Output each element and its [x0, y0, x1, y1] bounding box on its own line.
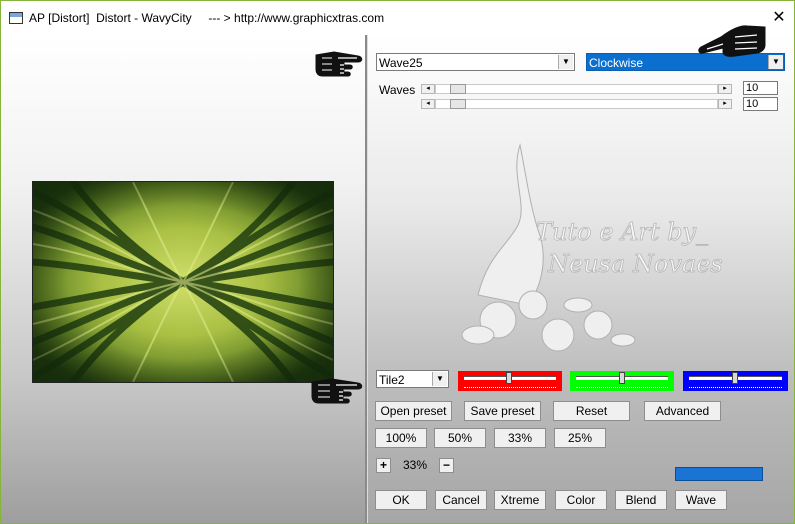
wave-button[interactable]: Wave — [675, 490, 727, 510]
reset-button[interactable]: Reset — [553, 401, 630, 421]
slider2-value-field[interactable]: 10 — [743, 97, 778, 111]
preset-dropdown-value: Wave25 — [379, 56, 423, 70]
preview-pane — [1, 35, 365, 523]
direction-dropdown-value: Clockwise — [589, 56, 644, 70]
color-swatch[interactable] — [675, 467, 763, 481]
slider2-left-arrow[interactable]: ◂ — [421, 99, 435, 109]
advanced-button[interactable]: Advanced — [644, 401, 721, 421]
zoom-25-button[interactable]: 25% — [554, 428, 606, 448]
slider2-track[interactable] — [435, 99, 718, 109]
watermark-graphic: Tuto e Art by_ Neusa Novaes — [461, 143, 723, 352]
red-slider-thumb[interactable] — [506, 372, 512, 384]
app-window-icon — [9, 12, 23, 24]
title-bar: AP [Distort] Distort - WavyCity --- > ht… — [1, 1, 794, 35]
xtreme-button[interactable]: Xtreme — [494, 490, 546, 510]
close-icon: ✕ — [772, 9, 786, 26]
zoom-level-field: 33% — [402, 458, 428, 472]
tile-dropdown-value: Tile2 — [379, 373, 405, 387]
close-button[interactable]: ✕ — [765, 5, 793, 31]
slider1-left-arrow[interactable]: ◂ — [421, 84, 435, 94]
green-slider-ticks — [576, 384, 668, 388]
pointing-hand-icon — [311, 378, 363, 404]
green-slider-thumb[interactable] — [619, 372, 625, 384]
window-title: AP [Distort] Distort - WavyCity --- > ht… — [29, 11, 385, 25]
slider1-right-arrow[interactable]: ▸ — [718, 84, 732, 94]
zoom-50-button[interactable]: 50% — [434, 428, 486, 448]
chevron-down-icon: ▼ — [768, 55, 783, 69]
settings-pane: Tuto e Art by_ Neusa Novaes Wave25 ▼ Clo… — [368, 35, 794, 523]
cancel-button[interactable]: Cancel — [435, 490, 487, 510]
watermark-line1: Tuto e Art by_ — [536, 218, 708, 246]
zoom-in-button[interactable]: + — [376, 458, 391, 473]
blue-slider-thumb[interactable] — [732, 372, 738, 384]
ok-button[interactable]: OK — [375, 490, 427, 510]
blue-slider-ticks — [689, 384, 782, 388]
waves-label: Waves — [379, 83, 416, 97]
wavy-preview-graphic — [33, 182, 333, 382]
pointing-hand-icon — [698, 25, 766, 57]
green-slider[interactable] — [570, 371, 674, 391]
tile-dropdown[interactable]: Tile2 ▼ — [376, 370, 449, 388]
open-preset-button[interactable]: Open preset — [375, 401, 452, 421]
preset-dropdown[interactable]: Wave25 ▼ — [376, 53, 575, 71]
watermark-line2: Neusa Novaes — [547, 250, 723, 278]
red-slider[interactable] — [458, 371, 562, 391]
blend-button[interactable]: Blend — [615, 490, 667, 510]
zoom-100-button[interactable]: 100% — [375, 428, 427, 448]
chevron-down-icon: ▼ — [432, 372, 447, 386]
slider2-right-arrow[interactable]: ▸ — [718, 99, 732, 109]
zoom-33-button[interactable]: 33% — [494, 428, 546, 448]
chevron-down-icon: ▼ — [558, 55, 573, 69]
pointing-hand-icon — [315, 51, 363, 77]
save-preset-button[interactable]: Save preset — [464, 401, 541, 421]
slider2-thumb[interactable] — [450, 99, 466, 109]
color-button[interactable]: Color — [555, 490, 607, 510]
slider1-thumb[interactable] — [450, 84, 466, 94]
slider1-track[interactable] — [435, 84, 718, 94]
slider1-value-field[interactable]: 10 — [743, 81, 778, 95]
plugin-window: AP [Distort] Distort - WavyCity --- > ht… — [0, 0, 795, 524]
red-slider-ticks — [464, 384, 556, 388]
preview-image — [32, 181, 334, 383]
blue-slider[interactable] — [683, 371, 788, 391]
zoom-out-button[interactable]: − — [439, 458, 454, 473]
